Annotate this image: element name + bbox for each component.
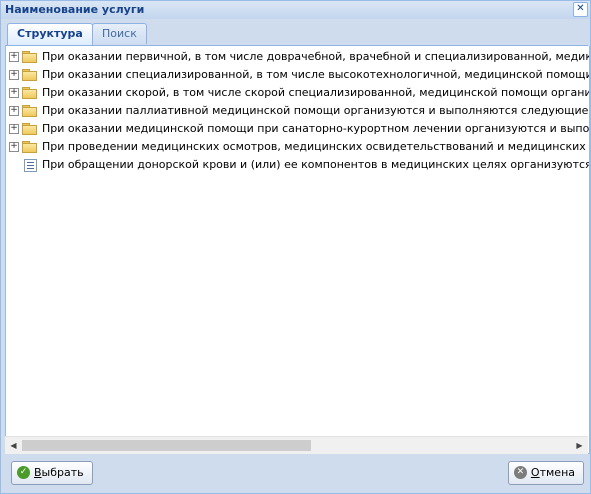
tab-bar: Структура Поиск: [5, 22, 588, 46]
tree-node-label[interactable]: При оказании первичной, в том числе довр…: [42, 48, 589, 66]
scroll-left-icon[interactable]: ◀: [5, 437, 22, 454]
tree-node[interactable]: + При оказании медицинской помощи при са…: [6, 120, 589, 138]
tree-leaf[interactable]: При обращении донорской крови и (или) ее…: [6, 156, 589, 174]
tab-structure[interactable]: Структура: [7, 23, 93, 45]
select-button-accel: В: [34, 466, 42, 479]
expand-plus-icon[interactable]: +: [9, 88, 19, 98]
cancel-button-label: тмена: [539, 466, 575, 479]
select-button[interactable]: ✓ Выбрать: [11, 461, 93, 485]
check-icon: ✓: [17, 466, 30, 479]
scrollbar-thumb[interactable]: [22, 440, 311, 451]
tree-node-label[interactable]: При обращении донорской крови и (или) ее…: [42, 156, 589, 174]
expand-plus-icon[interactable]: +: [9, 124, 19, 134]
cancel-button-accel: О: [530, 466, 540, 479]
expand-plus-icon[interactable]: +: [9, 106, 19, 116]
expand-plus-icon[interactable]: +: [9, 70, 19, 80]
tree-node[interactable]: + При оказании первичной, в том числе до…: [6, 48, 589, 66]
tree-node[interactable]: + При проведении медицинских осмотров, м…: [6, 138, 589, 156]
folder-icon: [22, 141, 37, 153]
tree-node[interactable]: + При оказании скорой, в том числе скоро…: [6, 84, 589, 102]
scroll-right-icon[interactable]: ▶: [571, 437, 588, 454]
expand-plus-icon[interactable]: +: [9, 52, 19, 62]
tree-node-label[interactable]: При оказании медицинской помощи при сана…: [42, 120, 589, 138]
tree-node-label[interactable]: При оказании специализированной, в том ч…: [42, 66, 589, 84]
tree-panel: + При оказании первичной, в том числе до…: [5, 46, 590, 454]
cancel-button[interactable]: ✕ Отмена: [507, 461, 584, 485]
dialog-title: Наименование услуги: [5, 3, 145, 16]
folder-icon: [22, 105, 37, 117]
tree-node-label[interactable]: При оказании паллиативной медицинской по…: [42, 102, 589, 120]
folder-icon: [22, 87, 37, 99]
document-icon: [24, 159, 37, 172]
tab-search[interactable]: Поиск: [92, 23, 147, 44]
tree-node[interactable]: + При оказании паллиативной медицинской …: [6, 102, 589, 120]
service-tree: + При оказании первичной, в том числе до…: [6, 48, 589, 174]
tree-node[interactable]: + При оказании специализированной, в том…: [6, 66, 589, 84]
close-icon[interactable]: ✕: [573, 2, 588, 17]
tree-node-label[interactable]: При оказании скорой, в том числе скорой …: [42, 84, 589, 102]
horizontal-scrollbar[interactable]: ◀ ▶: [5, 436, 588, 454]
folder-icon: [22, 69, 37, 81]
tree-node-label[interactable]: При проведении медицинских осмотров, мед…: [42, 138, 589, 156]
folder-icon: [22, 51, 37, 63]
service-name-dialog: Наименование услуги ✕ Структура Поиск + …: [0, 0, 591, 494]
cancel-icon: ✕: [513, 466, 527, 479]
expand-plus-icon[interactable]: +: [9, 142, 19, 152]
select-button-label: ыбрать: [41, 466, 84, 479]
dialog-footer: ✓ Выбрать ✕ Отмена: [1, 456, 590, 493]
folder-icon: [22, 123, 37, 135]
dialog-titlebar[interactable]: Наименование услуги ✕: [1, 1, 590, 19]
